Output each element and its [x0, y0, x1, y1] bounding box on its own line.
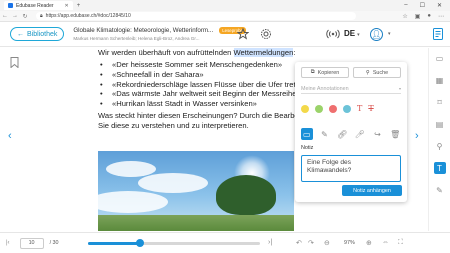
bookmark-icon[interactable] — [10, 57, 19, 71]
page-view-icon[interactable]: ▭ — [434, 52, 446, 64]
annotations-dropdown[interactable]: Meine Annotationen ▾ — [301, 84, 401, 94]
book-authors: Markus Hermann Schertenleib; Helena Egli… — [73, 36, 200, 41]
annotation-popup: ⧉ Kopieren ⚲ Suche Meine Annotationen ▾ … — [295, 62, 407, 202]
annotations-placeholder: Meine Annotationen — [301, 85, 349, 92]
url-field[interactable]: 🔒︎ https://app.edubase.ch/#doc/12845/10 — [36, 12, 356, 20]
last-page-icon[interactable]: ›| — [268, 239, 272, 246]
first-page-icon[interactable]: |‹ — [6, 240, 10, 246]
app-header: ← Bibliothek Globale Klimatologie: Meteo… — [0, 22, 450, 47]
back-to-library-button[interactable]: ← Bibliothek — [10, 27, 65, 41]
highlight-colors: T T — [301, 104, 374, 113]
settings-gear-icon[interactable] — [259, 27, 273, 41]
search-icon[interactable]: ⚲ — [434, 140, 446, 152]
note-label: Notiz — [301, 145, 314, 151]
search-label: Suche — [372, 69, 389, 76]
copy-label: Kopieren — [317, 69, 340, 76]
trash-icon[interactable]: 🗑︎ — [389, 128, 401, 140]
language-label: DE — [344, 29, 356, 38]
arrow-left-icon: ← — [17, 30, 24, 38]
more-icon[interactable]: ⋯ — [438, 13, 444, 20]
fit-width-icon[interactable]: ⇔ — [382, 239, 389, 246]
browser-toolbar: ☆ ▣ ● ⋯ — [402, 13, 450, 20]
color-red[interactable] — [329, 104, 337, 113]
new-tab-icon[interactable]: + — [77, 3, 81, 9]
pen-icon[interactable]: ✎ — [434, 184, 446, 196]
favicon-icon — [8, 3, 13, 8]
close-window-icon[interactable]: ✕ — [437, 2, 442, 9]
close-tab-icon[interactable]: ✕ — [65, 3, 69, 9]
landscape-photo — [98, 151, 294, 231]
lead-colon: : — [293, 48, 296, 57]
zoom-out-icon[interactable]: ⊖ — [324, 239, 330, 247]
address-bar-row: ← → ↻ 🔒︎ https://app.edubase.ch/#doc/128… — [0, 11, 450, 22]
browser-tab[interactable]: Edubase Reader ✕ — [4, 1, 73, 10]
maximize-icon[interactable]: ☐ — [420, 2, 425, 9]
color-yellow[interactable] — [301, 104, 309, 113]
next-page-icon[interactable]: › — [415, 130, 419, 142]
page-number-input[interactable]: 10 — [19, 237, 44, 249]
profile-icon[interactable]: ● — [427, 13, 431, 20]
note-icon[interactable]: ▭ — [301, 128, 313, 140]
fullscreen-icon[interactable]: ⛶ — [398, 239, 403, 247]
right-toolbar: ▭ ▦ ⌑ ▤ ⚲ T ✎ — [428, 48, 450, 231]
page-slider[interactable] — [88, 239, 260, 247]
attach-note-button[interactable]: Notiz anhängen — [342, 185, 402, 196]
user-menu-chevron-icon[interactable]: ▾ — [388, 31, 391, 37]
color-cyan[interactable] — [343, 104, 351, 113]
page-total: / 30 — [49, 240, 59, 246]
thumbnails-icon[interactable]: ▦ — [434, 74, 446, 86]
user-avatar-icon[interactable]: 👤︎ — [370, 28, 383, 41]
browser-titlebar: Edubase Reader ✕ + – ☐ ✕ — [0, 0, 450, 11]
notes-icon[interactable]: ▤ — [434, 118, 446, 130]
search-icon: ⚲ — [365, 69, 370, 76]
star-icon[interactable] — [236, 27, 250, 41]
reader-footer: |‹ 10 / 30 ›| ↶ ↷ ⊖ 97% ⊕ ⇔ ⛶ — [0, 232, 450, 253]
search-button[interactable]: ⚲ Suche — [353, 67, 401, 78]
chevron-down-icon: ▾ — [357, 32, 360, 38]
text-select-icon[interactable]: T — [433, 162, 446, 174]
lock-icon: 🔒︎ — [40, 13, 43, 19]
header-tools — [236, 27, 340, 41]
color-green[interactable] — [315, 104, 323, 113]
url-text: https://app.edubase.ch/#doc/12845/10 — [45, 13, 131, 19]
side-panel-icon[interactable] — [432, 27, 444, 41]
back-label: Bibliothek — [27, 30, 58, 38]
grass-ground — [98, 215, 294, 231]
favorite-star-icon[interactable]: ☆ — [402, 13, 407, 20]
pencil-icon[interactable]: ✎ — [319, 128, 331, 140]
microphone-icon[interactable]: 🎤︎ — [354, 128, 366, 140]
book-info: Globale Klimatologie: Meteorologie, Wett… — [73, 27, 263, 41]
link-icon[interactable]: 🔗︎ — [336, 128, 348, 140]
copy-button[interactable]: ⧉ Kopieren — [301, 67, 349, 78]
zoom-level: 97% — [344, 240, 355, 246]
audio-broadcast-icon[interactable] — [326, 27, 340, 41]
chevron-down-icon: ▾ — [398, 86, 401, 91]
language-selector[interactable]: DE ▾ — [344, 29, 360, 38]
history-forward-icon[interactable]: ↷ — [308, 239, 314, 247]
book-title: Globale Klimatologie: Meteorologie, Wett… — [73, 27, 214, 34]
tree-silhouette — [216, 175, 276, 215]
copy-icon: ⧉ — [310, 69, 315, 75]
share-icon[interactable]: ↪ — [372, 128, 384, 140]
lead-text: Wir werden überhäuft von aufrüttelnden — [98, 48, 234, 57]
forward-arrow-icon[interactable]: → — [10, 13, 20, 19]
window-controls: – ☐ ✕ — [404, 2, 450, 9]
previous-page-icon[interactable]: ‹ — [8, 130, 12, 142]
slider-handle[interactable] — [135, 239, 144, 247]
history-back-icon[interactable]: ↶ — [296, 239, 302, 247]
bookmarks-icon[interactable]: ⌑ — [434, 96, 446, 108]
back-arrow-icon[interactable]: ← — [0, 13, 10, 19]
zoom-in-icon[interactable]: ⊕ — [366, 239, 372, 247]
collections-icon[interactable]: ▣ — [415, 13, 421, 20]
highlighted-word[interactable]: Wettermeldungen — [233, 48, 294, 57]
note-textarea[interactable]: Eine Folge des Klimawandels? — [301, 155, 401, 182]
reload-icon[interactable]: ↻ — [20, 13, 30, 20]
text-color-icon[interactable]: T — [357, 104, 362, 113]
lead-paragraph[interactable]: Wir werden überhäuft von aufrüttelnden W… — [98, 48, 330, 58]
strikethrough-icon[interactable]: T — [368, 104, 373, 113]
minimize-icon[interactable]: – — [404, 2, 407, 9]
tab-title: Edubase Reader — [16, 2, 54, 9]
slider-fill — [88, 242, 140, 245]
annotation-tools: ▭ ✎ 🔗︎ 🎤︎ ↪ 🗑︎ — [301, 128, 401, 140]
